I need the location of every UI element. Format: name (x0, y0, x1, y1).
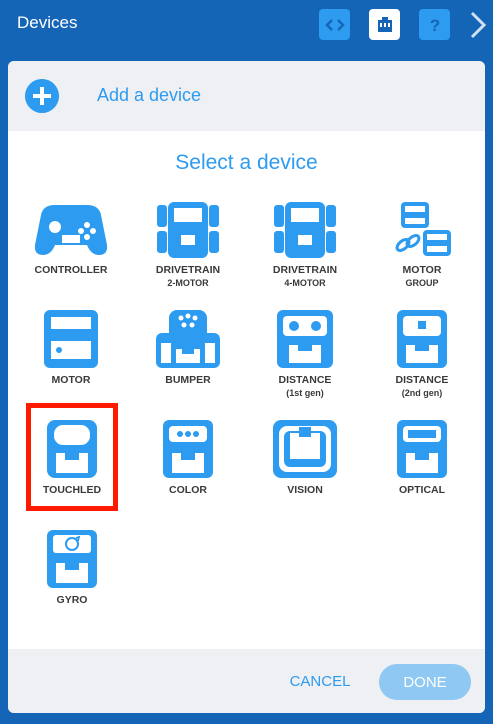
device-sublabel: 2-MOTOR (167, 278, 209, 288)
device-label: OPTICAL (398, 484, 446, 496)
drivetrain-2-motor-icon (157, 202, 219, 258)
device-sublabel: (2nd gen) (401, 388, 443, 398)
device-label: MOTOR (51, 374, 91, 386)
device-sublabel: 4-MOTOR (284, 278, 326, 288)
select-device-title: Select a device (175, 151, 318, 174)
motor-icon (44, 310, 98, 368)
device-motor-group[interactable]: MOTOR GROUP (367, 201, 477, 289)
device-distance-1st-gen[interactable]: DISTANCE (1st gen) (250, 309, 360, 399)
motor-group-icon (395, 202, 451, 256)
chevron-right-icon[interactable] (466, 10, 490, 40)
device-color[interactable]: COLOR (133, 419, 243, 497)
device-label: BUMPER (165, 374, 211, 386)
distance-2nd-gen-icon (397, 310, 447, 368)
device-vision[interactable]: VISION (250, 419, 360, 497)
distance-1st-gen-icon (277, 310, 333, 368)
device-label: DRIVETRAIN (155, 264, 221, 276)
device-label: DISTANCE (278, 374, 332, 386)
device-motor[interactable]: MOTOR (16, 309, 126, 387)
top-bar: Devices ? (0, 0, 493, 48)
add-device-row[interactable]: Add a device (8, 61, 485, 131)
cancel-button[interactable]: CANCEL (280, 663, 360, 699)
device-drivetrain-4-motor[interactable]: DRIVETRAIN 4-MOTOR (250, 201, 360, 289)
add-device-label[interactable]: Add a device (97, 85, 201, 106)
device-bumper[interactable]: BUMPER (133, 309, 243, 387)
device-optical[interactable]: OPTICAL (367, 419, 477, 497)
controller-icon (34, 205, 108, 255)
footer-bar: CANCEL DONE (8, 649, 485, 713)
bumper-icon (156, 310, 220, 368)
device-label: DISTANCE (395, 374, 449, 386)
help-button[interactable]: ? (419, 9, 450, 40)
svg-text:?: ? (429, 16, 439, 34)
device-label: CONTROLLER (34, 264, 108, 276)
optical-icon (397, 420, 447, 478)
code-icon (324, 18, 345, 31)
vision-icon (273, 420, 337, 478)
drivetrain-4-motor-icon (274, 202, 336, 258)
device-panel: Add a device Select a device CONTROLLER … (8, 61, 485, 713)
device-label: GYRO (56, 594, 88, 606)
device-label: VISION (287, 484, 323, 496)
device-label: COLOR (169, 484, 207, 496)
window-title: Devices (17, 13, 78, 32)
devices-port-button[interactable] (369, 9, 400, 40)
device-sublabel: (1st gen) (286, 388, 324, 398)
done-button[interactable]: DONE (379, 664, 471, 700)
color-icon (163, 420, 213, 478)
port-icon (377, 16, 392, 32)
device-controller[interactable]: CONTROLLER (16, 201, 126, 277)
gyro-icon (47, 530, 97, 588)
device-label: MOTOR (402, 264, 442, 276)
device-gyro[interactable]: GYRO (17, 529, 127, 607)
device-label: DRIVETRAIN (272, 264, 338, 276)
device-drivetrain-2-motor[interactable]: DRIVETRAIN 2-MOTOR (133, 201, 243, 289)
code-view-button[interactable] (319, 9, 350, 40)
selection-highlight (26, 403, 118, 511)
device-sublabel: GROUP (405, 278, 439, 288)
help-icon: ? (429, 16, 439, 34)
plus-icon[interactable] (25, 79, 59, 113)
device-distance-2nd-gen[interactable]: DISTANCE (2nd gen) (367, 309, 477, 399)
